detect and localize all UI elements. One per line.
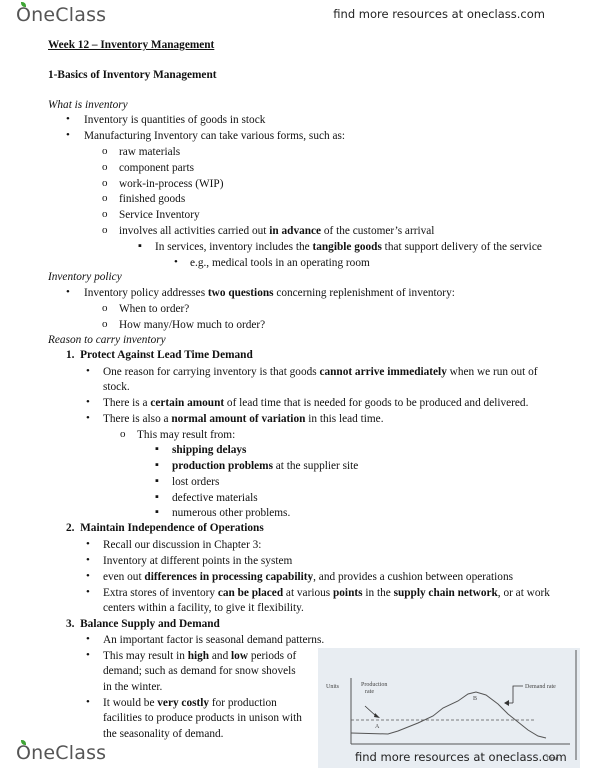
list-item-cont: stock. [103, 381, 130, 393]
list-item: component parts [119, 162, 194, 174]
numbered-heading: 3. Balance Supply and Demand [66, 618, 220, 630]
bullet-icon: • [66, 129, 70, 141]
list-item: This may result in high and low periods … [103, 650, 297, 662]
list-item: defective materials [172, 492, 258, 504]
list-item: Extra stores of inventory can be placed … [103, 587, 550, 599]
list-item: work-in-process (WIP) [119, 178, 224, 190]
footer-link[interactable]: find more resources at oneclass.com [355, 750, 567, 764]
leaf-icon [21, 2, 26, 7]
circle-bullet-icon: o [102, 145, 108, 157]
list-item: Inventory is quantities of goods in stoc… [84, 114, 266, 126]
list-item-cont: centers within a facility, to give it fl… [103, 602, 304, 614]
list-item: shipping delays [172, 444, 247, 456]
numbered-heading: 1. Protect Against Lead Time Demand [66, 349, 253, 361]
bullet-icon: • [86, 396, 90, 408]
list-item: even out differences in processing capab… [103, 571, 513, 583]
list-item: e.g., medical tools in an operating room [190, 257, 370, 269]
bullet-icon: • [174, 256, 178, 268]
bullet-icon: • [86, 554, 90, 566]
section-heading: 1-Basics of Inventory Management [48, 69, 217, 81]
bullet-icon: • [66, 286, 70, 298]
circle-bullet-icon: o [102, 208, 108, 220]
list-item-cont: facilities to produce products in unison… [103, 712, 302, 724]
demand-rate-curve [350, 691, 547, 739]
point-a-label: A [375, 724, 380, 730]
subheading-policy: Inventory policy [48, 271, 122, 283]
production-label: Production [361, 682, 387, 688]
square-bullet-icon: ▪ [155, 506, 159, 518]
list-item: raw materials [119, 146, 181, 158]
list-item: involves all activities carried out in a… [119, 225, 435, 237]
bullet-icon: • [86, 696, 90, 708]
subheading-what-is: What is inventory [48, 99, 128, 111]
list-item: In services, inventory includes the tang… [155, 241, 542, 253]
numbered-heading: 2. Maintain Independence of Operations [66, 522, 264, 534]
list-item: One reason for carrying inventory is tha… [103, 366, 538, 378]
list-item: production problems at the supplier site [172, 460, 359, 472]
list-item: How many/How much to order? [119, 319, 266, 331]
y-axis-label: Units [326, 684, 340, 690]
bullet-icon: • [86, 538, 90, 550]
bullet-icon: • [86, 412, 90, 424]
square-bullet-icon: ▪ [138, 240, 142, 252]
list-item: It would be very costly for production [103, 697, 277, 709]
bullet-icon: • [86, 570, 90, 582]
production-arrow [364, 705, 377, 717]
list-item: There is a certain amount of lead time t… [103, 397, 529, 409]
subheading-reason: Reason to carry inventory [48, 334, 166, 346]
list-item: Manufacturing Inventory can take various… [84, 130, 346, 142]
header-logo: OneClass [16, 2, 107, 26]
doc-title: Week 12 – Inventory Management [48, 39, 215, 51]
square-bullet-icon: ▪ [155, 475, 159, 487]
list-item: finished goods [119, 193, 186, 205]
list-item: Inventory at different points in the sys… [103, 555, 293, 567]
list-item: Recall our discussion in Chapter 3: [103, 539, 262, 551]
circle-bullet-icon: o [120, 428, 126, 440]
list-item: lost orders [172, 476, 220, 488]
list-item-cont: demand; such as demand for snow shovels [103, 665, 296, 677]
demand-label: Demand rate [525, 684, 556, 690]
header-link[interactable]: find more resources at oneclass.com [333, 7, 545, 21]
square-bullet-icon: ▪ [155, 443, 159, 455]
list-item: An important factor is seasonal demand p… [103, 634, 325, 646]
circle-bullet-icon: o [102, 177, 108, 189]
circle-bullet-icon: o [102, 318, 108, 330]
point-b-label: B [473, 696, 477, 702]
list-item-cont: the seasonality of demand. [103, 728, 224, 740]
leaf-icon [21, 740, 26, 745]
circle-bullet-icon: o [102, 302, 108, 314]
bullet-icon: • [86, 586, 90, 598]
demand-leader [512, 685, 523, 703]
arrow-head-icon [504, 700, 509, 706]
circle-bullet-icon: o [102, 161, 108, 173]
list-item: When to order? [119, 303, 190, 315]
production-label-2: rate [365, 689, 374, 695]
circle-bullet-icon: o [102, 224, 108, 236]
bullet-icon: • [66, 113, 70, 125]
bullet-icon: • [86, 649, 90, 661]
list-item: There is also a normal amount of variati… [103, 413, 384, 425]
bullet-icon: • [86, 633, 90, 645]
list-item: This may result from: [137, 429, 236, 441]
square-bullet-icon: ▪ [155, 459, 159, 471]
footer-logo: OneClass [16, 740, 107, 764]
list-item: Inventory policy addresses two questions… [84, 287, 455, 299]
circle-bullet-icon: o [102, 192, 108, 204]
list-item: Service Inventory [119, 209, 200, 221]
arrow-head-icon [374, 713, 380, 718]
bullet-icon: • [86, 365, 90, 377]
square-bullet-icon: ▪ [155, 491, 159, 503]
list-item: numerous other problems. [172, 507, 291, 519]
list-item-cont: in the winter. [103, 681, 163, 693]
